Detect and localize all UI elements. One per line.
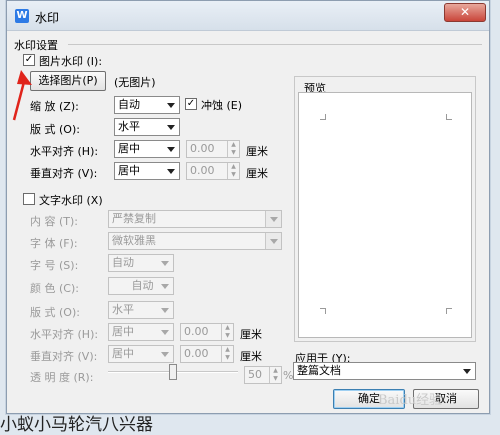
wps-app-icon: W bbox=[15, 9, 29, 23]
text-layout-label: 版 式 (O): bbox=[30, 306, 80, 319]
select-picture-button[interactable]: 选择图片(P) bbox=[30, 71, 106, 91]
text-layout-select[interactable]: 水平 bbox=[108, 301, 174, 319]
title-bar: W 水印 ✕ bbox=[7, 1, 489, 31]
picture-valign-offset[interactable]: 0.00 ▲ ▼ bbox=[186, 162, 240, 180]
preview-page bbox=[298, 92, 472, 338]
picture-halign-offset[interactable]: 0.00 ▲ ▼ bbox=[186, 140, 240, 158]
picture-watermark-label: 图片水印 (I): bbox=[39, 55, 103, 68]
font-label: 字 体 (F): bbox=[30, 237, 78, 250]
no-picture-text: (无图片) bbox=[114, 76, 156, 89]
text-valign-label: 垂直对齐 (V): bbox=[30, 350, 98, 363]
background-document-text: 小蚁小马轮汽八兴器 bbox=[0, 415, 153, 435]
watermark-dialog: W 水印 ✕ 水印设置 ✓ 图片水印 (I): 选择图片(P) (无图片) 缩 … bbox=[6, 0, 490, 414]
text-halign-offset[interactable]: 0.00 ▲ ▼ bbox=[180, 323, 234, 341]
text-halign-label: 水平对齐 (H): bbox=[30, 328, 99, 341]
text-halign-select[interactable]: 居中 bbox=[108, 323, 174, 341]
text-halign-unit: 厘米 bbox=[240, 328, 262, 341]
text-watermark-checkbox[interactable] bbox=[23, 193, 35, 205]
text-valign-unit: 厘米 bbox=[240, 350, 262, 363]
transparency-unit: % bbox=[283, 369, 294, 382]
picture-layout-select[interactable]: 水平 bbox=[114, 118, 180, 136]
font-size-label: 字 号 (S): bbox=[30, 259, 79, 272]
font-size-select[interactable]: 自动 bbox=[108, 254, 174, 272]
preview-margin-mark bbox=[446, 114, 452, 120]
apply-to-select[interactable]: 整篇文档 bbox=[293, 362, 476, 380]
scale-label: 缩 放 (Z): bbox=[30, 100, 79, 113]
dialog-title: 水印 bbox=[35, 11, 60, 25]
color-select[interactable]: 自动 bbox=[108, 277, 174, 295]
picture-valign-select[interactable]: 居中 bbox=[114, 162, 180, 180]
preview-margin-mark bbox=[446, 308, 452, 314]
font-select[interactable]: 微软雅黑 bbox=[108, 232, 282, 250]
watermark-settings-title: 水印设置 bbox=[14, 39, 58, 52]
transparency-slider-thumb[interactable] bbox=[169, 364, 177, 380]
scale-select[interactable]: 自动 bbox=[114, 96, 180, 114]
preview-margin-mark bbox=[320, 308, 326, 314]
transparency-label: 透 明 度 (R): bbox=[30, 371, 94, 384]
close-button[interactable]: ✕ bbox=[444, 3, 486, 22]
transparency-slider[interactable] bbox=[108, 360, 238, 384]
picture-halign-unit: 厘米 bbox=[246, 145, 268, 158]
transparency-value[interactable]: 50 ▲ ▼ bbox=[244, 366, 282, 384]
washout-checkbox[interactable]: ✓ bbox=[185, 98, 197, 110]
picture-watermark-checkbox[interactable]: ✓ bbox=[23, 54, 35, 66]
content-label: 内 容 (T): bbox=[30, 215, 79, 228]
text-watermark-label: 文字水印 (X) bbox=[39, 194, 103, 207]
preview-margin-mark bbox=[320, 114, 326, 120]
picture-halign-label: 水平对齐 (H): bbox=[30, 145, 99, 158]
dialog-content: 水印设置 ✓ 图片水印 (I): 选择图片(P) (无图片) 缩 放 (Z): … bbox=[8, 32, 490, 414]
washout-label: 冲蚀 (E) bbox=[201, 99, 243, 112]
baidu-jingyan-watermark: Baidu经验 bbox=[378, 393, 443, 408]
content-select[interactable]: 严禁复制 bbox=[108, 210, 282, 228]
group-separator bbox=[68, 44, 482, 45]
picture-layout-label: 版 式 (O): bbox=[30, 123, 80, 136]
picture-halign-select[interactable]: 居中 bbox=[114, 140, 180, 158]
picture-valign-label: 垂直对齐 (V): bbox=[30, 167, 98, 180]
picture-valign-unit: 厘米 bbox=[246, 167, 268, 180]
color-label: 颜 色 (C): bbox=[30, 282, 79, 295]
